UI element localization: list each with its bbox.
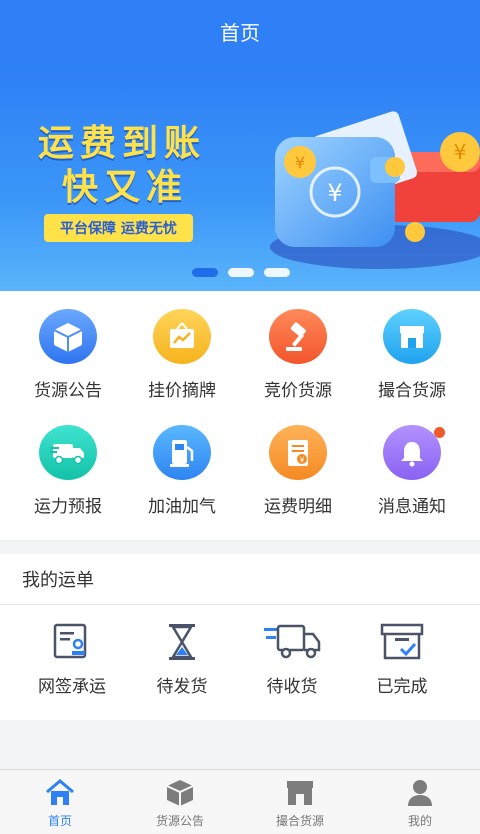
grid-label: 加油加气: [148, 497, 216, 517]
store-icon: [383, 309, 441, 364]
grid-label: 撮合货源: [378, 381, 446, 401]
box-icon: [39, 309, 97, 364]
grid-item-matchmaking-cargo[interactable]: 撮合货源: [352, 291, 472, 401]
price-board-icon: [153, 309, 211, 364]
store-icon: [287, 781, 313, 805]
tab-label: 货源公告: [155, 814, 204, 828]
banner-dot-3[interactable]: [264, 268, 290, 277]
bottom-tab-bar: 首页 货源公告 撮合货源 我的: [0, 769, 480, 834]
page-title: 首页: [220, 20, 260, 45]
grid-label: 运力预报: [34, 497, 102, 517]
archive-check-icon: [380, 623, 424, 660]
hourglass-icon: [169, 624, 195, 660]
tab-profile[interactable]: 我的: [360, 770, 480, 834]
svg-text:¥: ¥: [299, 455, 304, 464]
grid-item-capacity-forecast[interactable]: 运力预报: [8, 407, 128, 517]
banner-headline-2: 快又准: [62, 167, 189, 208]
svg-text:¥: ¥: [327, 179, 342, 207]
grid-item-price-listing[interactable]: 挂价摘牌: [122, 291, 242, 401]
page-header: 首页: [0, 0, 480, 62]
bell-icon: [383, 425, 445, 480]
promo-banner[interactable]: 运费到账 快又准 平台保障 运费无忧 ¥ ¥ ¥: [0, 62, 480, 291]
delivery-truck-icon: [264, 624, 321, 659]
grid-label: 挂价摘牌: [148, 381, 216, 401]
contract-icon: [53, 623, 87, 659]
tab-cargo-notice[interactable]: 货源公告: [120, 770, 240, 834]
bill-icon: ¥: [269, 425, 327, 480]
truck-icon: [39, 425, 97, 480]
grid-label: 运费明细: [264, 497, 332, 517]
order-label: 已完成: [376, 677, 428, 697]
fuel-pump-icon: [153, 425, 211, 480]
order-label: 网签承运: [38, 677, 106, 697]
wallet-illustration: ¥ ¥ ¥: [270, 111, 480, 269]
order-label: 待发货: [156, 677, 208, 697]
user-icon: [408, 780, 432, 806]
tab-label: 撮合货源: [275, 814, 324, 828]
grid-label: 消息通知: [378, 497, 446, 517]
grid-item-fuel-gas[interactable]: 加油加气: [122, 407, 242, 517]
banner-tag: 平台保障 运费无忧: [44, 214, 193, 242]
box-icon: [166, 780, 194, 806]
svg-text:¥: ¥: [295, 153, 305, 172]
order-item-completed[interactable]: 已完成: [342, 622, 462, 697]
grid-label: 竞价货源: [264, 381, 332, 401]
order-item-e-contract[interactable]: 网签承运: [12, 622, 132, 697]
home-icon: [46, 779, 74, 805]
grid-item-freight-details[interactable]: ¥ 运费明细: [238, 407, 358, 517]
tab-label: 我的: [407, 814, 432, 828]
grid-item-notifications[interactable]: 消息通知: [352, 407, 472, 517]
order-item-pending-receipt[interactable]: 待收货: [232, 622, 352, 697]
tab-matchmaking-cargo[interactable]: 撮合货源: [240, 770, 360, 834]
svg-text:¥: ¥: [454, 140, 467, 164]
section-title: 我的运单: [0, 554, 480, 605]
tab-label: 首页: [47, 814, 72, 828]
banner-pagination[interactable]: [192, 268, 290, 277]
order-label: 待收货: [266, 677, 318, 697]
grid-item-bidding-cargo[interactable]: 竞价货源: [238, 291, 358, 401]
banner-dot-1[interactable]: [192, 268, 218, 277]
my-orders-section: 我的运单 网签承运 待发货 待收货 已完成: [0, 554, 480, 720]
order-item-pending-shipment[interactable]: 待发货: [122, 622, 242, 697]
feature-grid: 货源公告 挂价摘牌 竞价货源 撮合货源 运力预报 加油加气 ¥ 运费明细 消息通…: [0, 291, 480, 540]
tab-home[interactable]: 首页: [0, 770, 120, 834]
banner-dot-2[interactable]: [228, 268, 254, 277]
grid-label: 货源公告: [34, 381, 102, 401]
notification-dot: [434, 427, 445, 438]
gavel-icon: [269, 309, 327, 364]
grid-item-cargo-notice[interactable]: 货源公告: [8, 291, 128, 401]
